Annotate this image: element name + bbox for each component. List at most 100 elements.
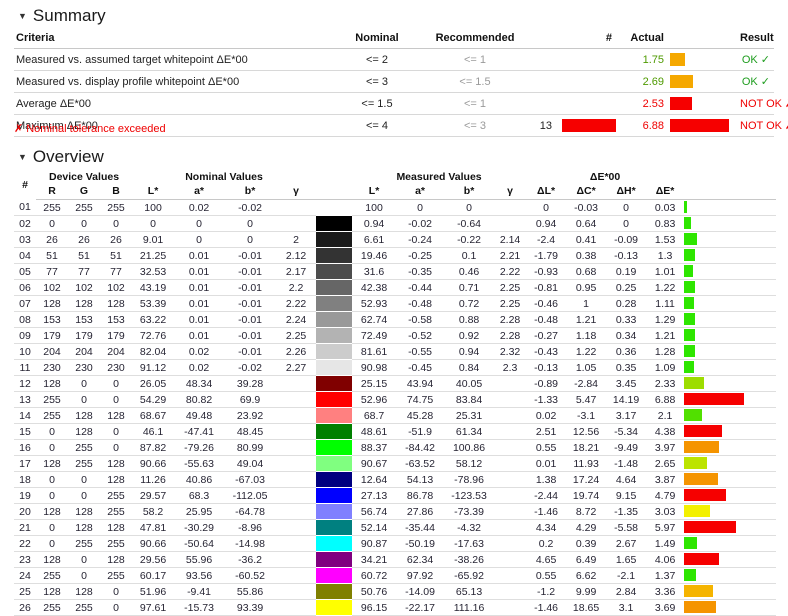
color-swatch [316, 504, 353, 519]
color-swatch [316, 296, 353, 311]
summary-bar-cell [670, 70, 740, 93]
table-row: 21 0 128 128 47.81 -30.29 -8.96 52.14 -35.44 -4.3… [14, 519, 777, 536]
delta-L: -1.2 [526, 583, 567, 600]
count-bar-track [556, 96, 616, 111]
delta-e-bar-track [684, 296, 776, 311]
delta-C: 18.65 [566, 599, 607, 616]
nominal-b: 93.39 [224, 599, 277, 616]
delta-e-bar-fill [684, 521, 737, 533]
delta-L: -0.89 [526, 375, 567, 392]
row-index: 03 [14, 231, 36, 248]
delta-e-bar-cell [684, 519, 777, 536]
device-b: 0 [100, 375, 133, 392]
measured-L: 90.98 [352, 359, 397, 376]
row-index: 13 [14, 391, 36, 408]
overview-group-bar-spacer [684, 170, 776, 184]
device-g: 153 [68, 311, 100, 328]
summary-bar-cell [670, 48, 740, 71]
table-row: 09 179 179 179 72.76 0.01 -0.01 2.25 72.49 -0.52 0… [14, 327, 777, 344]
delta-L: 2.51 [526, 423, 567, 440]
table-row: 08 153 153 153 63.22 0.01 -0.01 2.24 62.74 -0.58 0… [14, 311, 777, 328]
measured-b: 100.86 [444, 439, 495, 456]
summary-col-recommended: Recommended [420, 30, 530, 49]
color-swatch [316, 360, 353, 375]
measured-b: -38.26 [444, 551, 495, 568]
summary-actual-value: 2.53 [616, 92, 670, 115]
report-page: ▼ Summary Criteria Nominal Recommended #… [0, 0, 788, 616]
measured-gamma [494, 423, 527, 440]
nominal-a: -9.41 [174, 583, 225, 600]
device-r: 128 [36, 455, 68, 472]
nominal-b: -0.01 [224, 327, 277, 344]
color-swatch-cell [316, 360, 353, 376]
row-index: 21 [14, 519, 36, 536]
nominal-gamma: 2.24 [276, 311, 317, 328]
row-index: 14 [14, 407, 36, 424]
measured-L: 88.37 [352, 439, 397, 456]
row-index: 07 [14, 295, 36, 312]
nominal-L: 29.57 [132, 487, 175, 504]
row-index: 23 [14, 551, 36, 568]
delta-H: 0.33 [606, 311, 647, 328]
delta-e-bar-fill [684, 409, 703, 421]
table-row: 16 0 255 0 87.82 -79.26 80.99 88.37 -84.42 100.86… [14, 439, 777, 456]
delta-e-bar-fill [684, 297, 694, 309]
summary-section-header[interactable]: ▼ Summary [0, 6, 106, 26]
measured-a: 54.13 [396, 471, 445, 488]
color-swatch [316, 376, 353, 391]
device-b: 153 [100, 311, 133, 328]
delta-e-bar-cell [684, 423, 777, 440]
summary-bar-fill [670, 53, 686, 66]
device-g: 255 [68, 439, 100, 456]
collapse-triangle-icon[interactable]: ▼ [18, 152, 27, 162]
overview-group-delta-e: ΔE*00 [589, 171, 621, 183]
summary-actual-value: 2.69 [616, 70, 670, 93]
delta-e-bar-fill [684, 281, 695, 293]
delta-e-bar-track [684, 440, 776, 455]
table-row: 15 0 128 0 46.1 -47.41 48.45 48.61 -51.9 61.34 2.5… [14, 423, 777, 440]
device-b: 128 [100, 407, 133, 424]
measured-L: 56.74 [352, 503, 397, 520]
delta-L: -0.13 [526, 359, 567, 376]
delta-e-bar-track [684, 424, 776, 439]
nominal-b: 55.86 [224, 583, 277, 600]
nominal-b: -0.01 [224, 279, 277, 296]
summary-bar-cell [670, 114, 740, 137]
delta-e-bar-track [684, 328, 776, 343]
delta-H: 0.34 [606, 327, 647, 344]
nominal-L: 29.56 [132, 551, 175, 568]
delta-L: -1.33 [526, 391, 567, 408]
nominal-gamma [276, 583, 317, 600]
overview-col-swatch [316, 184, 353, 200]
summary-bar-cell [670, 92, 740, 115]
overview-section-header[interactable]: ▼ Overview [0, 147, 104, 167]
summary-recommended: <= 1 [420, 92, 530, 115]
nominal-L: 54.29 [132, 391, 175, 408]
device-b: 77 [100, 263, 133, 280]
measured-b: -17.63 [444, 535, 495, 552]
device-g: 77 [68, 263, 100, 280]
overview-group-swatch-spacer [316, 170, 352, 184]
delta-L: -1.46 [526, 599, 567, 616]
delta-E: 1.01 [646, 263, 685, 280]
color-swatch-cell [316, 504, 353, 520]
delta-E: 3.97 [646, 439, 685, 456]
collapse-triangle-icon[interactable]: ▼ [18, 11, 27, 21]
device-g: 255 [68, 599, 100, 616]
delta-E: 2.65 [646, 455, 685, 472]
nominal-b: -0.01 [224, 311, 277, 328]
nominal-gamma [276, 503, 317, 520]
delta-H: 0 [606, 215, 647, 232]
delta-H: 3.1 [606, 599, 647, 616]
color-swatch [316, 472, 353, 487]
delta-H: 2.67 [606, 535, 647, 552]
nominal-gamma [276, 535, 317, 552]
delta-e-bar-track [684, 456, 776, 471]
overview-col-delta-E-bar [684, 184, 777, 200]
measured-gamma [494, 567, 527, 584]
nominal-gamma [276, 567, 317, 584]
summary-result-badge: NOT OK ✗ [740, 114, 788, 137]
device-g: 128 [68, 519, 100, 536]
row-index: 20 [14, 503, 36, 520]
color-swatch-cell [316, 456, 353, 472]
